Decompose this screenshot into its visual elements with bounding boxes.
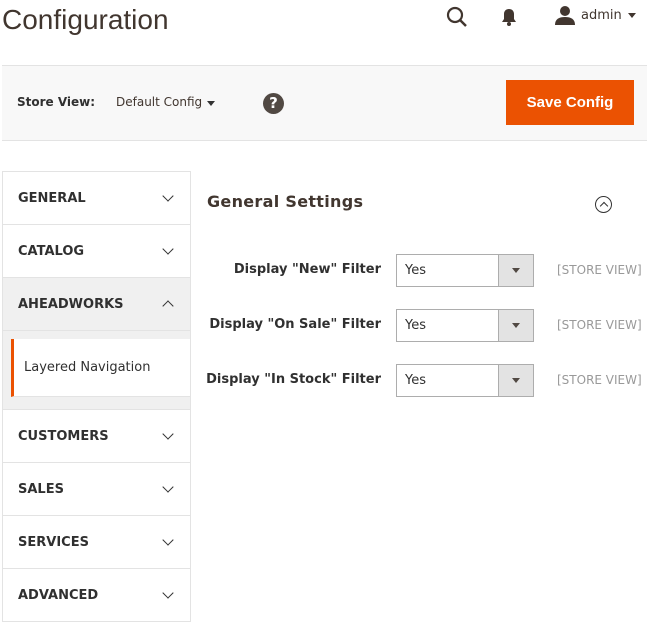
sidebar-item-label: AHEADWORKS [18, 296, 124, 312]
user-menu[interactable]: admin [555, 5, 636, 25]
scope-label: [STORE VIEW] [557, 318, 642, 332]
sidebar-item-label: SALES [18, 481, 64, 497]
field-row-on-sale-filter: Display "On Sale" Filter Yes [STORE VIEW… [200, 309, 647, 342]
page-title: Configuration [2, 4, 169, 35]
chevron-down-icon [162, 243, 174, 255]
select-value: Yes [405, 318, 426, 333]
on-sale-filter-select[interactable]: Yes [396, 309, 534, 342]
select-arrow-icon[interactable] [498, 255, 533, 286]
user-icon [555, 6, 575, 25]
section-title[interactable]: General Settings [207, 192, 363, 211]
sidebar-item-customers[interactable]: CUSTOMERS [3, 410, 190, 463]
caret-down-icon[interactable] [207, 101, 215, 106]
sidebar-item-label: CUSTOMERS [18, 428, 109, 444]
sidebar-item-aheadworks[interactable]: AHEADWORKS [3, 278, 190, 331]
bell-icon[interactable] [500, 8, 518, 26]
select-arrow-icon[interactable] [498, 365, 533, 396]
user-name: admin [581, 7, 622, 23]
sidebar-item-label: SERVICES [18, 534, 89, 550]
sidebar-item-catalog[interactable]: CATALOG [3, 225, 190, 278]
chevron-down-icon [162, 428, 174, 440]
collapse-section-icon[interactable] [595, 196, 612, 213]
help-icon[interactable]: ? [263, 93, 284, 114]
sidebar-item-services[interactable]: SERVICES [3, 516, 190, 569]
config-sidebar: GENERAL CATALOG AHEADWORKS Layered Navig… [2, 171, 191, 622]
field-row-in-stock-filter: Display "In Stock" Filter Yes [STORE VIE… [200, 364, 647, 397]
chevron-up-icon [162, 300, 174, 312]
chevron-down-icon [162, 190, 174, 202]
field-label: Display "On Sale" Filter [209, 317, 381, 332]
sidebar-subitem-layered-navigation[interactable]: Layered Navigation [11, 339, 190, 397]
select-value: Yes [405, 373, 426, 388]
sidebar-item-advanced[interactable]: ADVANCED [3, 569, 190, 622]
select-value: Yes [405, 263, 426, 278]
select-arrow-icon[interactable] [498, 310, 533, 341]
in-stock-filter-select[interactable]: Yes [396, 364, 534, 397]
chevron-down-icon [162, 587, 174, 599]
sidebar-item-label: ADVANCED [18, 587, 99, 603]
chevron-down-icon [162, 481, 174, 493]
new-filter-select[interactable]: Yes [396, 254, 534, 287]
sidebar-item-sales[interactable]: SALES [3, 463, 190, 516]
sidebar-item-label: CATALOG [18, 243, 85, 259]
scope-label: [STORE VIEW] [557, 263, 642, 277]
field-label: Display "New" Filter [233, 262, 381, 277]
store-view-label: Store View: [17, 95, 96, 109]
save-config-button[interactable]: Save Config [506, 80, 634, 125]
sidebar-item-label: GENERAL [18, 190, 86, 206]
store-view-switcher[interactable]: Default Config [116, 95, 202, 109]
sidebar-item-general[interactable]: GENERAL [3, 172, 190, 225]
chevron-down-icon [162, 534, 174, 546]
field-label: Display "In Stock" Filter [206, 372, 381, 387]
search-icon[interactable] [446, 6, 468, 28]
scope-label: [STORE VIEW] [557, 373, 642, 387]
field-row-new-filter: Display "New" Filter Yes [STORE VIEW] [200, 254, 647, 287]
caret-down-icon [627, 12, 636, 18]
aheadworks-submenu: Layered Navigation [3, 331, 190, 410]
